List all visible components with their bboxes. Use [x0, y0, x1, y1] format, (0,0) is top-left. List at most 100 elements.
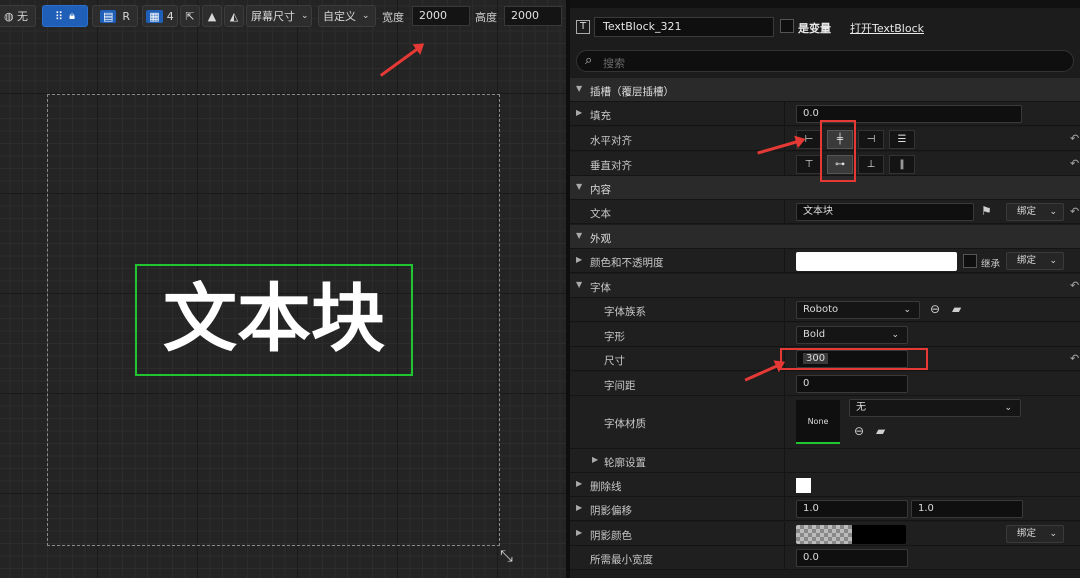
- property-label: 尺寸: [604, 355, 625, 367]
- browse-folder-icon[interactable]: ▰: [952, 302, 961, 316]
- property-letter-spacing: 字间距 0: [570, 372, 1080, 396]
- property-label: 删除线: [590, 481, 622, 493]
- collapse-arrow-icon[interactable]: ▶: [592, 455, 598, 464]
- respect-locks-toggle[interactable]: ▤ R: [92, 5, 138, 27]
- property-typeface: 字形 Bold ⌄: [570, 323, 1080, 347]
- property-font[interactable]: ▼ 字体 ↶: [570, 274, 1080, 298]
- grid-snap-toggle[interactable]: ▦ 4: [142, 5, 178, 27]
- details-tab-strip: [570, 0, 1080, 8]
- align-fill-icon: ☰: [897, 134, 907, 145]
- collapse-arrow-icon[interactable]: ▶: [576, 528, 582, 537]
- font-material-dropdown[interactable]: 无 ⌄: [849, 399, 1021, 417]
- annotation-arrow: [379, 47, 419, 77]
- bind-dropdown[interactable]: 绑定 ⌄: [1006, 525, 1064, 543]
- collapse-arrow-icon[interactable]: ▶: [576, 255, 582, 264]
- world-toggle[interactable]: ◍ 无: [0, 5, 36, 27]
- property-label: 水平对齐: [590, 135, 632, 147]
- bind-label: 绑定: [1017, 255, 1037, 266]
- reset-arrow-icon[interactable]: ↶: [1070, 205, 1079, 218]
- text-input[interactable]: 文本块: [796, 203, 974, 221]
- grid-icon: ▦: [146, 9, 163, 23]
- lock-toggle[interactable]: ⠿ 🔒︎: [42, 5, 88, 27]
- shadow-color-swatch[interactable]: [796, 525, 906, 544]
- reset-arrow-icon[interactable]: ↶: [1070, 352, 1079, 365]
- resize-handle-icon[interactable]: ⤡: [500, 546, 513, 566]
- bind-dropdown[interactable]: 绑定 ⌄: [1006, 252, 1064, 270]
- shadow-offset-x-input[interactable]: 1.0: [796, 500, 908, 518]
- bind-label: 绑定: [1017, 528, 1037, 539]
- property-font-material: 字体材质 None 无 ⌄ ⊖ ▰: [570, 396, 1080, 449]
- transform-button[interactable]: ⇱: [180, 5, 200, 27]
- property-label: 字体材质: [604, 418, 646, 430]
- font-family-dropdown[interactable]: Roboto ⌄: [796, 301, 920, 319]
- designer-viewport[interactable]: ◍ 无 ⠿ 🔒︎ ▤ R ▦ 4 ⇱ ▲ ◭ 屏幕尺寸 ⌄ 自定义 ⌄ 宽度 2000…: [0, 0, 566, 578]
- property-label: 阴影颜色: [590, 530, 632, 542]
- align-top-button[interactable]: ⊤: [796, 155, 822, 174]
- chevron-down-icon: ⌄: [301, 11, 309, 21]
- alpha-checker: [796, 525, 852, 544]
- grid-dots-icon: ⠿: [55, 9, 64, 23]
- align-right-icon: ⊣: [866, 134, 876, 145]
- property-label: 字体: [590, 282, 611, 294]
- expand-arrow-icon: ▼: [576, 84, 583, 93]
- category-label: 插槽（覆层插槽）: [590, 86, 674, 98]
- inherit-checkbox[interactable]: [963, 254, 977, 268]
- reset-arrow-icon[interactable]: ↶: [1070, 132, 1079, 145]
- mirror-icon: ◭: [229, 9, 239, 23]
- text-block-preview[interactable]: 文本块: [135, 264, 413, 376]
- align-fill-button[interactable]: ☰: [889, 130, 915, 149]
- bind-dropdown[interactable]: 绑定 ⌄: [1006, 203, 1064, 221]
- details-search[interactable]: ⌕ 搜索: [576, 50, 1074, 72]
- screen-size-dropdown[interactable]: 屏幕尺寸 ⌄: [246, 5, 312, 27]
- collapse-arrow-icon[interactable]: ▶: [576, 108, 582, 117]
- mirror-button[interactable]: ◭: [224, 5, 244, 27]
- is-variable-checkbox[interactable]: [780, 19, 794, 33]
- browse-folder-icon[interactable]: ▰: [876, 424, 885, 438]
- reset-arrow-icon[interactable]: ↶: [1070, 279, 1079, 292]
- width-input[interactable]: 2000: [412, 6, 470, 26]
- widget-name-input[interactable]: TextBlock_321: [594, 17, 774, 37]
- fill-mode-dropdown[interactable]: 自定义 ⌄: [318, 5, 376, 27]
- align-right-button[interactable]: ⊣: [858, 130, 884, 149]
- shadow-offset-y-input[interactable]: 1.0: [911, 500, 1023, 518]
- property-label: 垂直对齐: [590, 160, 632, 172]
- property-min-width: 所需最小宽度 0.0: [570, 546, 1080, 570]
- strikethrough-swatch[interactable]: [796, 478, 811, 493]
- property-shadow-color: ▶ 阴影颜色 绑定 ⌄: [570, 522, 1080, 546]
- reset-arrow-icon[interactable]: ↶: [1070, 157, 1079, 170]
- image-icon: ▲: [207, 9, 217, 23]
- property-label: 填充: [590, 110, 611, 122]
- chevron-down-icon: ⌄: [1004, 403, 1012, 413]
- use-selected-icon[interactable]: ⊖: [854, 424, 864, 438]
- typeface-dropdown[interactable]: Bold ⌄: [796, 326, 908, 344]
- category-appearance[interactable]: ▼ 外观: [570, 225, 1080, 249]
- property-label: 颜色和不透明度: [590, 257, 664, 269]
- min-width-input[interactable]: 0.0: [796, 549, 908, 567]
- property-strikethrough: ▶ 删除线: [570, 473, 1080, 497]
- screen-size-label: 屏幕尺寸: [251, 10, 295, 23]
- height-label: 高度: [475, 11, 497, 24]
- font-family-value: Roboto: [803, 304, 839, 315]
- property-label: 所需最小宽度: [590, 554, 653, 566]
- layout-icon: ▤: [99, 9, 117, 23]
- bind-label: 绑定: [1017, 206, 1037, 217]
- collapse-arrow-icon[interactable]: ▶: [576, 503, 582, 512]
- category-slot[interactable]: ▼ 插槽（覆层插槽）: [570, 78, 1080, 102]
- grid-count: 4: [166, 9, 174, 23]
- background-button[interactable]: ▲: [202, 5, 222, 27]
- property-outline: ▶ 轮廓设置: [570, 449, 1080, 473]
- color-swatch[interactable]: [796, 252, 957, 271]
- letter-spacing-input[interactable]: 0: [796, 375, 908, 393]
- align-vfill-button[interactable]: ‖: [889, 155, 915, 174]
- lock-icon: 🔒︎: [69, 9, 75, 22]
- flag-icon[interactable]: ⚑: [981, 204, 992, 218]
- open-textblock-link[interactable]: 打开TextBlock: [850, 20, 924, 36]
- align-bottom-button[interactable]: ⊥: [858, 155, 884, 174]
- use-selected-icon[interactable]: ⊖: [930, 302, 940, 316]
- category-label: 外观: [590, 233, 611, 245]
- height-input[interactable]: 2000: [504, 6, 562, 26]
- collapse-arrow-icon[interactable]: ▶: [576, 479, 582, 488]
- material-thumbnail[interactable]: None: [796, 400, 840, 444]
- cursor-icon: ⇱: [185, 9, 195, 23]
- align-bottom-icon: ⊥: [866, 159, 876, 170]
